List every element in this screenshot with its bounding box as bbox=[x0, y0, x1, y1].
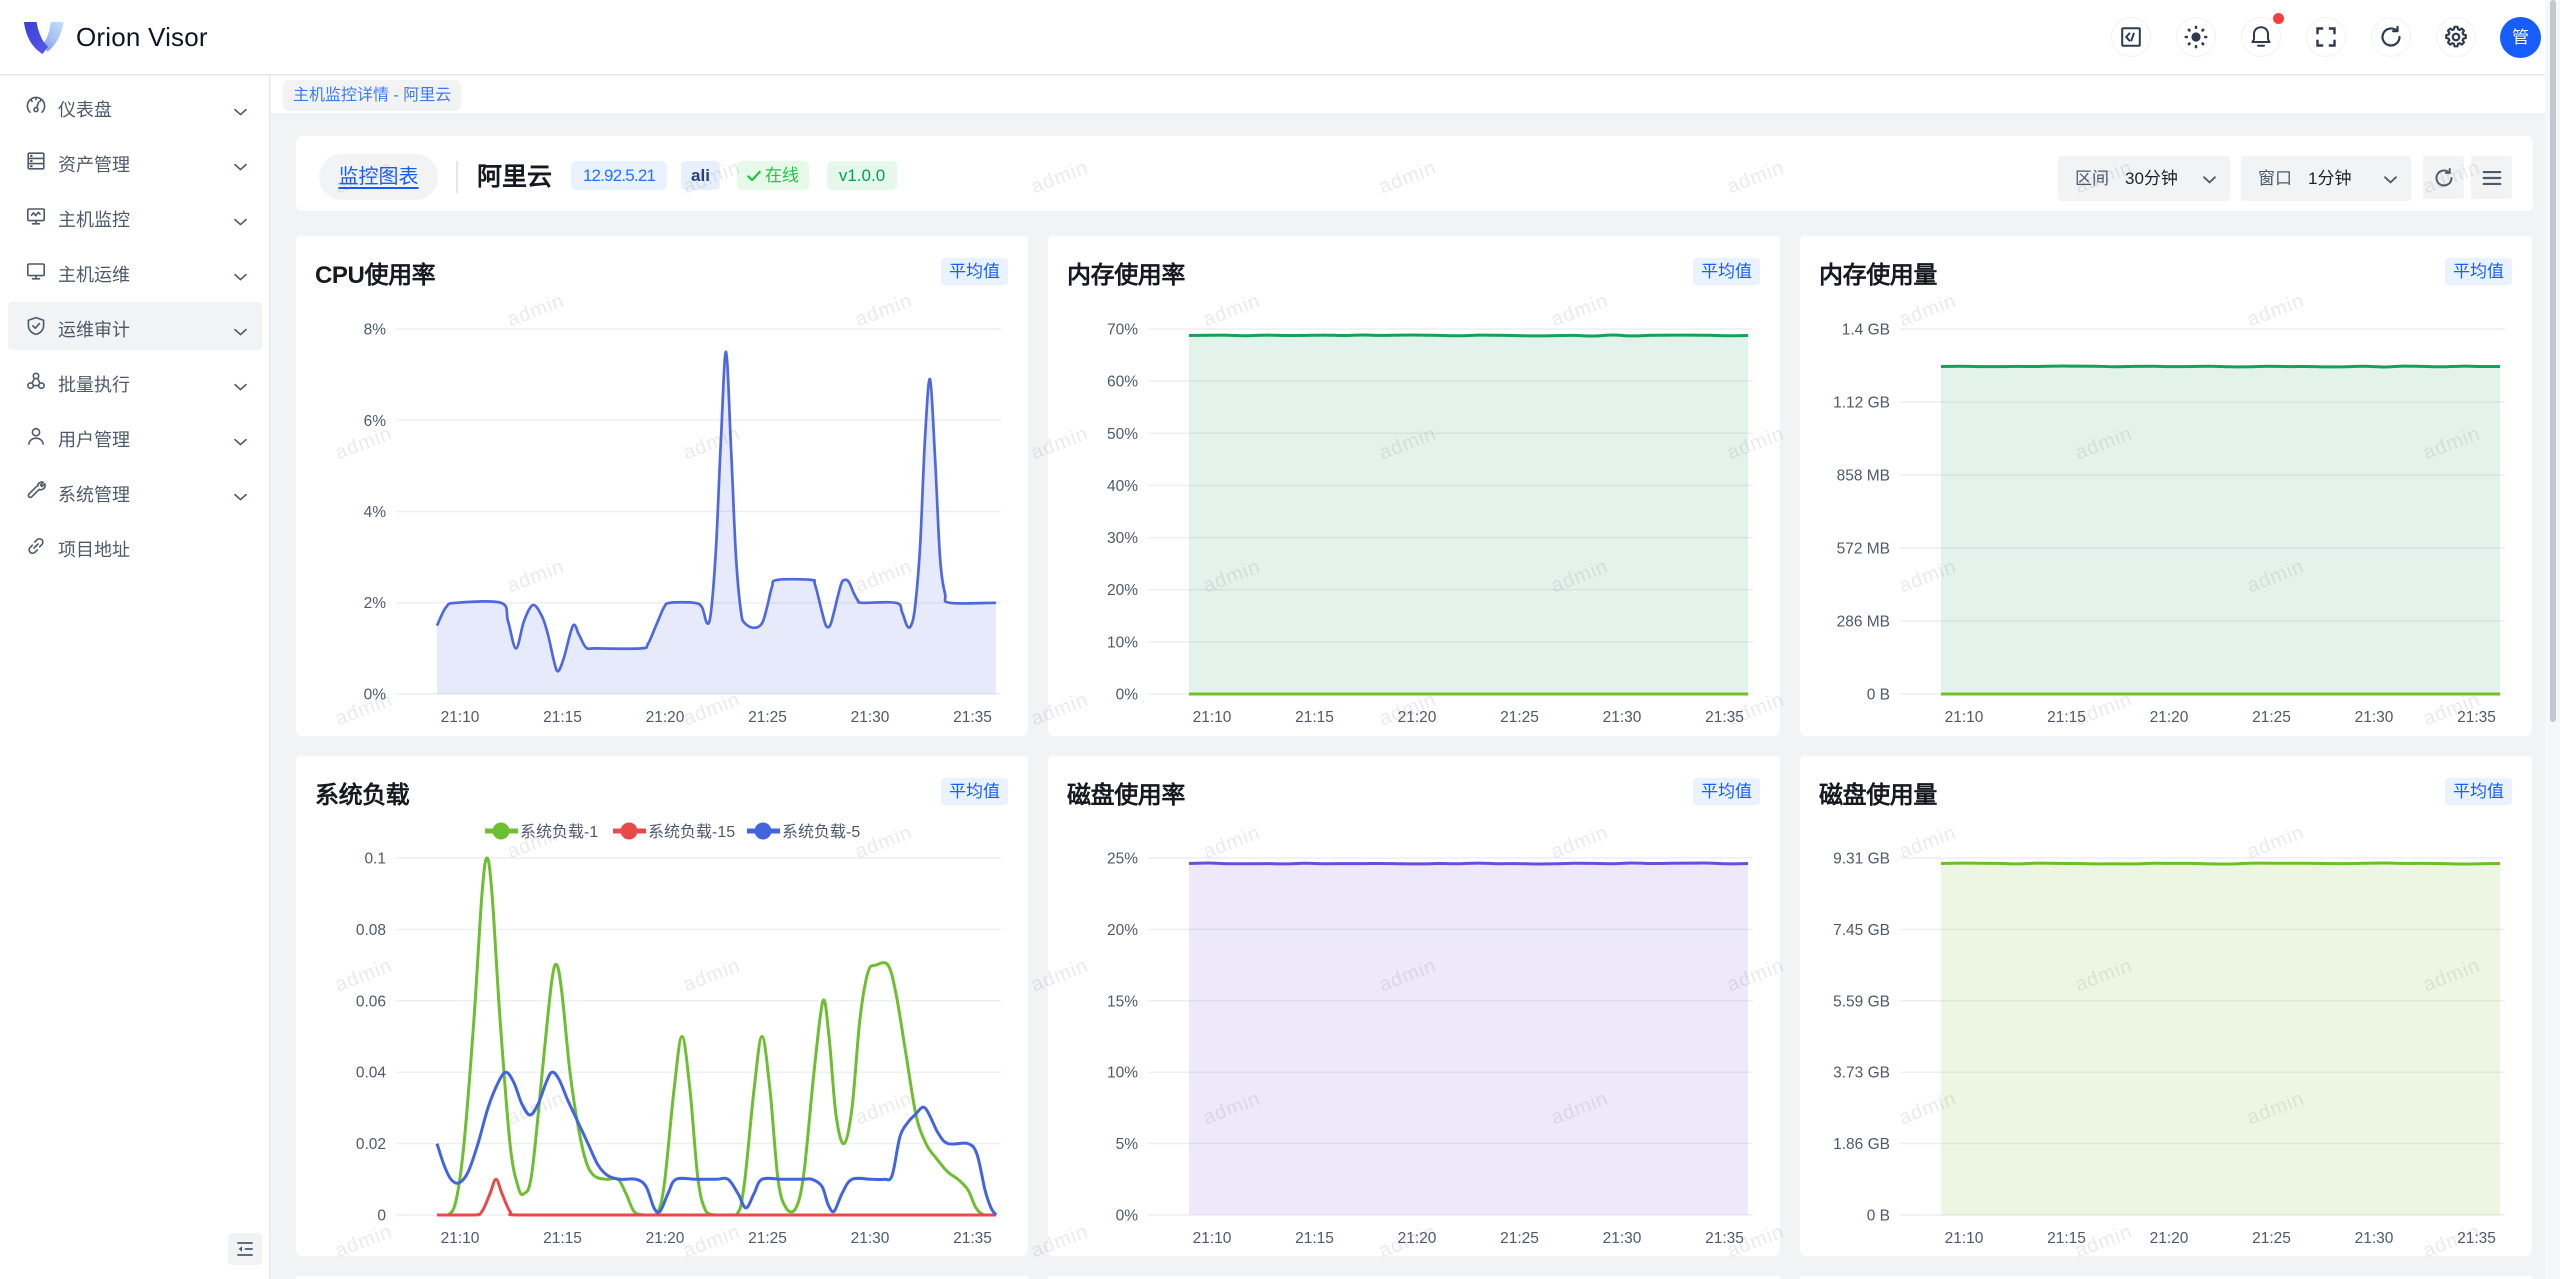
svg-text:15%: 15% bbox=[1107, 993, 1138, 1010]
svg-text:21:30: 21:30 bbox=[851, 709, 890, 726]
svg-text:1.4 GB: 1.4 GB bbox=[1842, 322, 1890, 339]
svg-text:1.12 GB: 1.12 GB bbox=[1833, 395, 1890, 412]
svg-text:0%: 0% bbox=[364, 687, 387, 704]
svg-text:21:35: 21:35 bbox=[2457, 1230, 2496, 1247]
svg-text:21:20: 21:20 bbox=[646, 1230, 685, 1247]
svg-text:21:30: 21:30 bbox=[1603, 709, 1642, 726]
svg-text:5%: 5% bbox=[1116, 1136, 1139, 1153]
svg-text:21:20: 21:20 bbox=[2150, 1230, 2189, 1247]
svg-text:286 MB: 286 MB bbox=[1837, 614, 1890, 631]
svg-text:9.31 GB: 9.31 GB bbox=[1833, 851, 1890, 868]
svg-text:1.86 GB: 1.86 GB bbox=[1833, 1136, 1890, 1153]
svg-text:21:10: 21:10 bbox=[1193, 1230, 1232, 1247]
svg-text:10%: 10% bbox=[1107, 634, 1138, 651]
svg-text:21:15: 21:15 bbox=[2047, 709, 2086, 726]
svg-text:0.02: 0.02 bbox=[356, 1136, 386, 1153]
svg-text:10%: 10% bbox=[1107, 1065, 1138, 1082]
svg-text:70%: 70% bbox=[1107, 322, 1138, 339]
svg-text:30%: 30% bbox=[1107, 530, 1138, 547]
svg-text:21:25: 21:25 bbox=[748, 1230, 787, 1247]
svg-text:21:30: 21:30 bbox=[1603, 1230, 1642, 1247]
svg-text:21:35: 21:35 bbox=[953, 709, 992, 726]
svg-text:21:10: 21:10 bbox=[1945, 1230, 1984, 1247]
svg-text:系统负载-5: 系统负载-5 bbox=[782, 823, 860, 841]
svg-text:21:10: 21:10 bbox=[1945, 709, 1984, 726]
svg-text:0 B: 0 B bbox=[1867, 687, 1890, 704]
svg-text:21:15: 21:15 bbox=[1295, 709, 1334, 726]
svg-text:21:25: 21:25 bbox=[2252, 1230, 2291, 1247]
svg-text:21:20: 21:20 bbox=[1398, 709, 1437, 726]
svg-text:21:30: 21:30 bbox=[2355, 709, 2394, 726]
svg-text:4%: 4% bbox=[364, 504, 387, 521]
svg-text:6%: 6% bbox=[364, 413, 387, 430]
svg-text:21:10: 21:10 bbox=[441, 709, 480, 726]
svg-text:0.04: 0.04 bbox=[356, 1065, 387, 1082]
svg-text:3.73 GB: 3.73 GB bbox=[1833, 1065, 1890, 1082]
svg-text:21:35: 21:35 bbox=[1705, 709, 1744, 726]
svg-text:21:15: 21:15 bbox=[1295, 1230, 1334, 1247]
svg-text:20%: 20% bbox=[1107, 922, 1138, 939]
svg-text:21:20: 21:20 bbox=[646, 709, 685, 726]
svg-text:21:25: 21:25 bbox=[748, 709, 787, 726]
svg-text:21:35: 21:35 bbox=[1705, 1230, 1744, 1247]
svg-text:21:25: 21:25 bbox=[1500, 709, 1539, 726]
svg-text:50%: 50% bbox=[1107, 426, 1138, 443]
svg-text:0%: 0% bbox=[1116, 687, 1139, 704]
svg-text:20%: 20% bbox=[1107, 582, 1138, 599]
svg-text:21:25: 21:25 bbox=[1500, 1230, 1539, 1247]
svg-text:2%: 2% bbox=[364, 595, 387, 612]
svg-text:21:15: 21:15 bbox=[543, 709, 582, 726]
svg-text:40%: 40% bbox=[1107, 478, 1138, 495]
svg-text:8%: 8% bbox=[364, 322, 387, 339]
svg-text:0.08: 0.08 bbox=[356, 922, 386, 939]
svg-text:21:30: 21:30 bbox=[851, 1230, 890, 1247]
svg-text:21:25: 21:25 bbox=[2252, 709, 2291, 726]
svg-text:21:10: 21:10 bbox=[441, 1230, 480, 1247]
svg-text:0.1: 0.1 bbox=[364, 851, 386, 868]
svg-text:系统负载-1: 系统负载-1 bbox=[520, 823, 598, 841]
svg-text:0%: 0% bbox=[1116, 1208, 1139, 1225]
svg-text:21:35: 21:35 bbox=[2457, 709, 2496, 726]
svg-text:21:20: 21:20 bbox=[2150, 709, 2189, 726]
svg-text:系统负载-15: 系统负载-15 bbox=[648, 823, 735, 841]
svg-text:21:10: 21:10 bbox=[1193, 709, 1232, 726]
svg-text:858 MB: 858 MB bbox=[1837, 468, 1890, 485]
svg-text:0 B: 0 B bbox=[1867, 1208, 1890, 1225]
svg-text:21:30: 21:30 bbox=[2355, 1230, 2394, 1247]
svg-text:21:35: 21:35 bbox=[953, 1230, 992, 1247]
svg-text:5.59 GB: 5.59 GB bbox=[1833, 993, 1890, 1010]
svg-text:25%: 25% bbox=[1107, 851, 1138, 868]
svg-text:0: 0 bbox=[377, 1208, 386, 1225]
svg-text:572 MB: 572 MB bbox=[1837, 541, 1890, 558]
svg-text:21:15: 21:15 bbox=[2047, 1230, 2086, 1247]
svg-text:21:20: 21:20 bbox=[1398, 1230, 1437, 1247]
svg-text:21:15: 21:15 bbox=[543, 1230, 582, 1247]
svg-text:0.06: 0.06 bbox=[356, 993, 386, 1010]
svg-text:7.45 GB: 7.45 GB bbox=[1833, 922, 1890, 939]
svg-text:60%: 60% bbox=[1107, 374, 1138, 391]
